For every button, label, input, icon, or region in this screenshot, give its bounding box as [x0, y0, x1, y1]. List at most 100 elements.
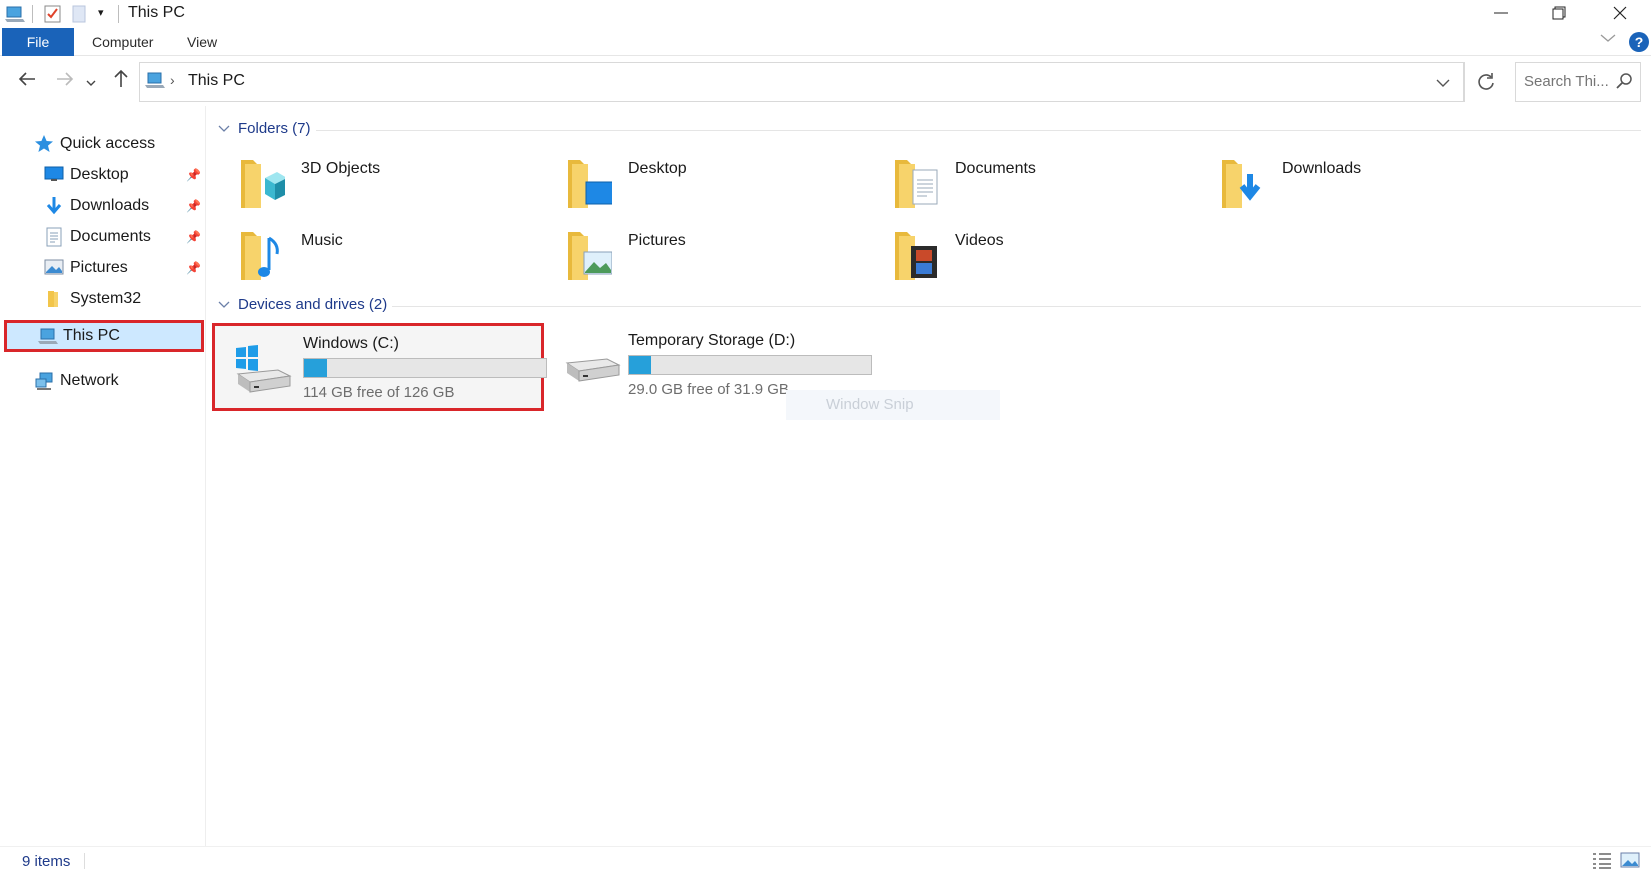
sidebar-item-quick-access[interactable]: Quick access: [0, 129, 204, 159]
group-divider: [392, 306, 1641, 307]
folder-tile-desktop[interactable]: Desktop: [566, 152, 886, 218]
documents-folder-icon: [895, 160, 938, 208]
folder-label: Videos: [955, 232, 1004, 249]
refresh-icon: [1478, 73, 1494, 90]
item-count: 9 items: [22, 853, 71, 870]
folder-label: Music: [301, 232, 343, 249]
chevron-down-icon: [218, 125, 230, 132]
drive-name: Temporary Storage (D:): [628, 332, 796, 349]
sidebar-item-label: System32: [70, 290, 142, 307]
details-view-button[interactable]: [1592, 852, 1612, 874]
sidebar-item-documents[interactable]: Documents 📌: [0, 222, 204, 252]
back-button[interactable]: [14, 68, 40, 94]
hard-drive-icon: [565, 358, 621, 382]
drives-group-header[interactable]: Devices and drives (2): [218, 296, 387, 313]
chevron-down-icon: [86, 80, 96, 86]
expand-ribbon-icon[interactable]: [1600, 30, 1616, 46]
tab-file[interactable]: File: [2, 28, 74, 56]
up-arrow-icon: [114, 69, 128, 87]
address-bar[interactable]: [139, 62, 1464, 102]
tab-computer[interactable]: Computer: [74, 28, 171, 56]
group-divider: [316, 130, 1641, 131]
qat-separator: [118, 5, 119, 23]
drive-free-space: 114 GB free of 126 GB: [303, 384, 455, 401]
close-icon: [1613, 6, 1627, 20]
tab-view[interactable]: View: [169, 28, 235, 56]
windows-drive-icon: [236, 345, 292, 393]
sidebar-item-this-pc[interactable]: This PC: [4, 320, 204, 352]
status-divider: [84, 853, 85, 869]
pictures-folder-icon: [568, 232, 612, 280]
minimize-icon: [1494, 12, 1508, 14]
address-divider: [1464, 62, 1465, 102]
this-pc-icon: [144, 70, 166, 94]
title-bar: ▾ This PC: [0, 0, 1651, 28]
folder-tile-pictures[interactable]: Pictures: [566, 224, 886, 290]
status-bar: 9 items: [0, 846, 1651, 875]
drive-tile-c[interactable]: Windows (C:) 114 GB free of 126 GB: [212, 323, 547, 411]
pictures-icon: [44, 258, 64, 278]
sidebar-item-desktop[interactable]: Desktop 📌: [0, 160, 204, 190]
pin-icon[interactable]: 📌: [186, 230, 201, 244]
properties-icon[interactable]: [44, 5, 62, 27]
large-icons-view-button[interactable]: [1620, 851, 1640, 873]
sidebar-item-label: Pictures: [70, 259, 128, 276]
chevron-down-icon: [1436, 79, 1450, 87]
search-input[interactable]: [1524, 73, 1616, 90]
window-title: This PC: [128, 4, 185, 21]
sidebar-item-label: Documents: [70, 228, 151, 245]
sidebar-item-downloads[interactable]: Downloads 📌: [0, 191, 204, 221]
folder-tile-music[interactable]: Music: [239, 224, 559, 290]
window-snip-overlay[interactable]: Window Snip: [786, 390, 1000, 420]
recent-locations-button[interactable]: [84, 68, 98, 94]
folder-label: Downloads: [1282, 160, 1362, 177]
folder-label: Pictures: [628, 232, 686, 249]
group-header-label: Devices and drives (2): [238, 296, 388, 313]
sidebar-item-label: Desktop: [70, 166, 129, 183]
folder-label: Desktop: [628, 160, 687, 177]
large-icons-view-icon: [1620, 852, 1640, 868]
folder-tile-documents[interactable]: Documents: [893, 152, 1213, 218]
pin-icon[interactable]: 📌: [186, 199, 201, 213]
drive-usage-bar: [628, 355, 872, 375]
pin-icon[interactable]: 📌: [186, 261, 201, 275]
folder-tile-3d-objects[interactable]: 3D Objects: [239, 152, 559, 218]
drive-free-space: 29.0 GB free of 31.9 GB: [628, 381, 789, 398]
desktop-icon: [44, 165, 64, 185]
forward-button[interactable]: [52, 68, 78, 94]
minimize-button[interactable]: [1472, 0, 1530, 26]
address-history-button[interactable]: [1436, 75, 1450, 92]
new-folder-icon[interactable]: [72, 5, 86, 27]
close-button[interactable]: [1591, 0, 1649, 26]
customize-qat-icon[interactable]: ▾: [98, 6, 104, 19]
pin-icon[interactable]: 📌: [186, 168, 201, 182]
ribbon-tabs: File Computer View ?: [0, 28, 1651, 56]
breadcrumb-this-pc[interactable]: This PC: [188, 72, 245, 90]
help-button[interactable]: ?: [1629, 32, 1649, 52]
star-icon: [34, 134, 54, 154]
sidebar-item-label: Network: [60, 372, 119, 389]
search-icon[interactable]: [1616, 72, 1634, 94]
forward-arrow-icon: [57, 72, 74, 86]
desktop-folder-icon: [568, 160, 612, 208]
sidebar-item-label: Downloads: [70, 197, 150, 214]
refresh-button[interactable]: [1476, 72, 1496, 96]
sidebar-item-system32[interactable]: System32: [0, 284, 204, 314]
sidebar-item-network[interactable]: Network: [0, 366, 204, 396]
restore-button[interactable]: [1530, 0, 1588, 26]
drive-usage-fill: [304, 359, 327, 377]
group-header-label: Folders (7): [238, 120, 311, 137]
this-pc-app-icon[interactable]: [4, 4, 26, 28]
sidebar-item-label: This PC: [63, 327, 120, 344]
folders-group-header[interactable]: Folders (7): [218, 120, 311, 137]
up-button[interactable]: [108, 68, 134, 94]
folder-icon: [44, 289, 64, 309]
chevron-down-icon: [218, 301, 230, 308]
videos-folder-icon: [895, 232, 937, 280]
drive-usage-bar: [303, 358, 547, 378]
folder-tile-downloads[interactable]: Downloads: [1220, 152, 1540, 218]
breadcrumb-separator-icon[interactable]: ›: [170, 72, 175, 88]
folder-tile-videos[interactable]: Videos: [893, 224, 1213, 290]
sidebar-item-pictures[interactable]: Pictures 📌: [0, 253, 204, 283]
3d-objects-icon: [241, 160, 285, 208]
